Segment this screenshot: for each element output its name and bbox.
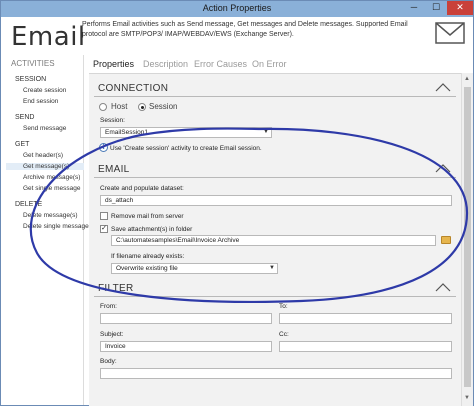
- collapse-filter-chevron-icon[interactable]: [435, 283, 451, 292]
- nav-item-get-single-message[interactable]: Get single message: [23, 185, 80, 192]
- action-title: Email: [11, 22, 86, 52]
- to-label: To:: [279, 303, 288, 310]
- remove-mail-label: Remove mail from server: [111, 213, 184, 220]
- file-exists-label: If filename already exists:: [111, 253, 185, 260]
- file-exists-dropdown[interactable]: Overwrite existing file ▼: [111, 263, 278, 274]
- collapse-connection-chevron-icon[interactable]: [435, 83, 451, 92]
- title-bar[interactable]: Action Properties ─ ☐ ✕: [1, 1, 473, 17]
- dropdown-arrow-icon: ▼: [269, 265, 275, 271]
- subject-input[interactable]: Invoice: [100, 341, 272, 352]
- cc-input[interactable]: [279, 341, 452, 352]
- scroll-down-icon[interactable]: ▼: [464, 395, 470, 401]
- minimize-button[interactable]: ─: [403, 1, 425, 15]
- nav-item-create-session[interactable]: Create session: [23, 87, 66, 94]
- nav-item-delete-messages[interactable]: Delete message(s): [23, 212, 78, 219]
- info-icon: i: [99, 143, 108, 152]
- body-label: Body:: [100, 358, 117, 365]
- session-dropdown-value: EmailSession1: [105, 129, 148, 136]
- scrollbar-thumb[interactable]: [464, 87, 471, 387]
- email-divider: [94, 177, 456, 178]
- session-info-text: Use 'Create session' activity to create …: [110, 145, 262, 152]
- connection-divider: [94, 96, 456, 97]
- email-envelope-icon: [435, 22, 465, 44]
- host-radio-label: Host: [111, 102, 128, 111]
- collapse-email-chevron-icon[interactable]: [435, 164, 451, 173]
- session-dropdown[interactable]: EmailSession1 ▼: [100, 127, 272, 138]
- browse-folder-icon[interactable]: [441, 236, 451, 244]
- nav-item-get-headers[interactable]: Get header(s): [23, 152, 63, 159]
- subject-label: Subject:: [100, 331, 124, 338]
- save-attachments-checkbox[interactable]: ✓: [100, 225, 108, 233]
- activities-sidebar: ACTIVITIES SESSION Create session End se…: [2, 55, 89, 405]
- tab-error-causes[interactable]: Error Causes: [194, 59, 247, 69]
- scroll-up-icon[interactable]: ▲: [464, 76, 470, 82]
- tab-properties[interactable]: Properties: [93, 59, 134, 69]
- close-button[interactable]: ✕: [447, 1, 473, 15]
- nav-item-archive-messages[interactable]: Archive message(s): [23, 174, 80, 181]
- action-properties-window: Action Properties ─ ☐ ✕ Email Performs E…: [0, 0, 474, 406]
- host-radio[interactable]: [99, 103, 107, 111]
- nav-item-end-session[interactable]: End session: [23, 98, 58, 105]
- nav-item-delete-single-message[interactable]: Delete single message: [23, 223, 89, 230]
- nav-item-send-message[interactable]: Send message: [23, 125, 66, 132]
- session-label: Session:: [100, 117, 125, 124]
- tab-description[interactable]: Description: [143, 59, 188, 69]
- maximize-button[interactable]: ☐: [425, 1, 447, 15]
- session-radio[interactable]: [138, 103, 146, 111]
- connection-heading: CONNECTION: [98, 83, 169, 94]
- tab-on-error[interactable]: On Error: [252, 59, 287, 69]
- activities-heading: ACTIVITIES: [11, 59, 55, 68]
- to-input[interactable]: [279, 313, 452, 324]
- nav-section-delete: DELETE: [15, 201, 43, 208]
- action-header: Email Performs Email activities such as …: [2, 17, 473, 55]
- nav-item-get-messages[interactable]: Get message(s): [6, 163, 84, 170]
- cc-label: Cc:: [279, 331, 289, 338]
- from-label: From:: [100, 303, 117, 310]
- dataset-label: Create and populate dataset:: [100, 185, 184, 192]
- filter-heading: FILTER: [98, 283, 134, 294]
- file-exists-value: Overwrite existing file: [116, 265, 178, 272]
- vertical-scrollbar[interactable]: ▲ ▼: [461, 73, 473, 406]
- email-heading: EMAIL: [98, 164, 130, 175]
- action-description: Performs Email activities such as Send m…: [82, 21, 408, 38]
- filter-divider: [94, 296, 456, 297]
- body-input[interactable]: [100, 368, 452, 379]
- from-input[interactable]: [100, 313, 272, 324]
- session-radio-label: Session: [149, 102, 178, 111]
- remove-mail-checkbox[interactable]: [100, 212, 108, 220]
- nav-section-get: GET: [15, 141, 30, 148]
- dropdown-arrow-icon: ▼: [263, 129, 269, 135]
- nav-section-send: SEND: [15, 114, 35, 121]
- nav-section-session: SESSION: [15, 76, 47, 83]
- save-attachments-label: Save attachment(s) in folder: [111, 226, 193, 233]
- dataset-input[interactable]: ds_attach: [100, 195, 452, 206]
- attachment-folder-input[interactable]: C:\automatesamples\Email\Invoice Archive: [111, 235, 436, 246]
